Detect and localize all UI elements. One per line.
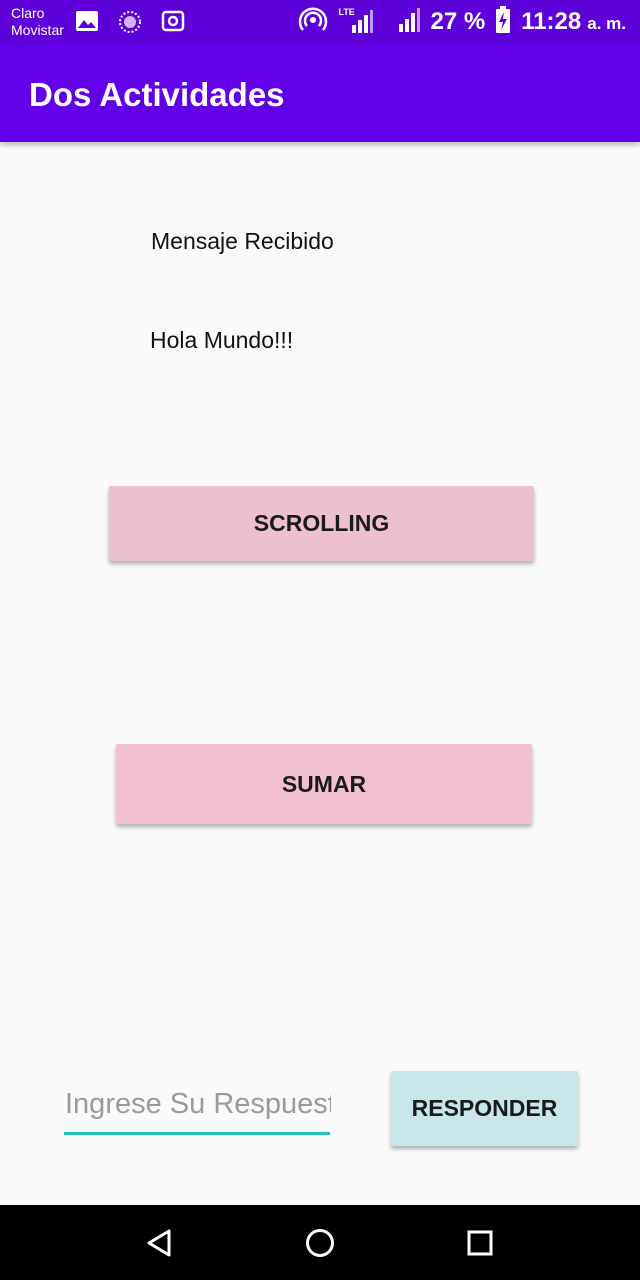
image-icon bbox=[75, 10, 99, 37]
sumar-button[interactable]: SUMAR bbox=[116, 744, 532, 824]
message-heading: Mensaje Recibido bbox=[151, 228, 334, 254]
app-bar: Dos Actividades bbox=[0, 44, 640, 142]
hotspot-icon bbox=[298, 5, 328, 40]
status-right: LTE 27 % 11:28 a. m. bbox=[298, 5, 626, 40]
carrier-line-2: Movistar bbox=[11, 22, 64, 38]
navigation-bar bbox=[0, 1205, 640, 1280]
responder-button[interactable]: RESPONDER bbox=[391, 1071, 578, 1146]
status-bar: Claro Movistar LTE 27 % 11:28 a. m. bbox=[0, 0, 640, 44]
message-text: Hola Mundo!!! bbox=[150, 327, 294, 353]
response-input[interactable] bbox=[64, 1088, 331, 1121]
time-suffix: a. m. bbox=[587, 14, 626, 33]
carrier-line-1: Claro bbox=[11, 5, 45, 21]
camera-icon bbox=[161, 10, 185, 37]
sync-icon bbox=[117, 10, 143, 39]
scrolling-button[interactable]: SCROLLING bbox=[109, 486, 534, 561]
home-icon[interactable] bbox=[304, 1227, 336, 1259]
clock: 11:28 a. m. bbox=[521, 8, 626, 36]
battery-charging-icon bbox=[495, 5, 511, 39]
battery-percent: 27 % bbox=[430, 8, 486, 35]
app-title: Dos Actividades bbox=[29, 76, 285, 113]
response-field[interactable] bbox=[64, 1082, 331, 1135]
time: 11:28 bbox=[521, 8, 582, 35]
lte-signal-icon: LTE bbox=[338, 7, 374, 37]
carrier-label: Claro Movistar bbox=[11, 5, 64, 39]
recents-icon[interactable] bbox=[464, 1227, 496, 1259]
back-icon[interactable] bbox=[144, 1227, 176, 1259]
signal-icon bbox=[398, 7, 421, 38]
